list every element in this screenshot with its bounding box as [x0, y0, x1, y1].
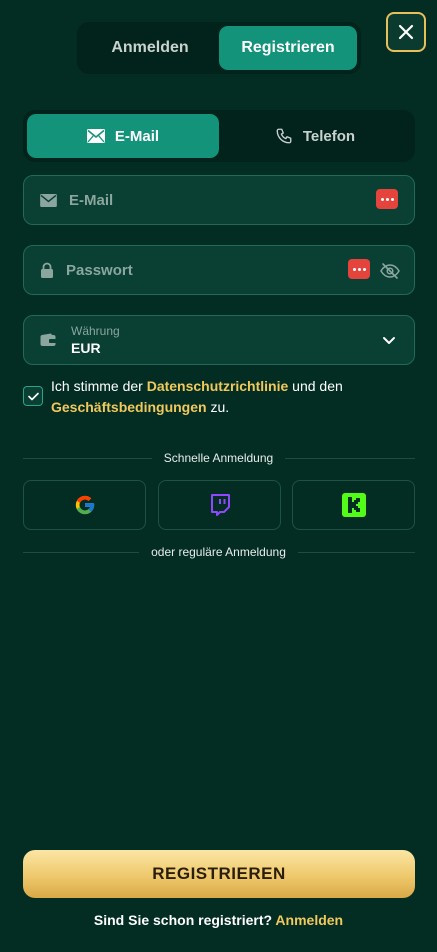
- close-button[interactable]: [386, 12, 426, 52]
- footer-text: Sind Sie schon registriert? Anmelden: [93, 912, 344, 928]
- password-manager-icon[interactable]: [348, 259, 370, 279]
- auth-tabs: Anmelden Registrieren: [77, 22, 361, 74]
- phone-icon: [276, 128, 292, 144]
- kick-login-button[interactable]: [292, 480, 415, 530]
- email-placeholder: E-Mail: [69, 191, 114, 209]
- password-field[interactable]: Passwort: [23, 245, 415, 295]
- twitch-login-button[interactable]: [158, 480, 281, 530]
- kick-icon: [341, 493, 366, 517]
- terms-checkbox[interactable]: [23, 386, 43, 406]
- currency-value: EUR: [71, 340, 101, 356]
- eye-off-icon[interactable]: [380, 263, 400, 279]
- method-tabs: E-Mail Telefon: [23, 110, 415, 162]
- email-field[interactable]: E-Mail: [23, 175, 415, 225]
- twitch-icon: [210, 494, 230, 516]
- privacy-policy-link[interactable]: Datenschutzrichtlinie: [147, 378, 289, 394]
- currency-label: Währung: [71, 324, 120, 338]
- quick-login-label: Schnelle Anmeldung: [151, 451, 286, 465]
- chevron-down-icon: [383, 337, 395, 344]
- password-placeholder: Passwort: [66, 261, 133, 279]
- tab-email-label: E-Mail: [114, 127, 160, 145]
- regular-login-label: oder reguläre Anmeldung: [139, 545, 298, 559]
- login-link[interactable]: Anmelden: [275, 912, 343, 928]
- google-icon: [75, 495, 94, 515]
- checkmark-icon: [27, 392, 39, 400]
- close-icon: [398, 24, 414, 40]
- tab-register[interactable]: Registrieren: [219, 26, 357, 70]
- terms-link[interactable]: Geschäftsbedingungen: [51, 399, 207, 415]
- tab-login[interactable]: Anmelden: [81, 26, 219, 70]
- lock-icon: [41, 262, 53, 278]
- wallet-icon: [40, 333, 56, 346]
- register-button[interactable]: REGISTRIEREN: [23, 850, 415, 898]
- tab-phone[interactable]: Telefon: [219, 114, 411, 158]
- envelope-icon: [86, 129, 105, 143]
- tab-phone-label: Telefon: [302, 127, 356, 145]
- envelope-icon: [40, 193, 57, 207]
- google-login-button[interactable]: [23, 480, 146, 530]
- terms-text: Ich stimme der Datenschutzrichtlinie und…: [51, 378, 343, 415]
- password-manager-icon[interactable]: [376, 189, 398, 209]
- tab-email[interactable]: E-Mail: [27, 114, 219, 158]
- currency-select[interactable]: Währung EUR: [23, 315, 415, 365]
